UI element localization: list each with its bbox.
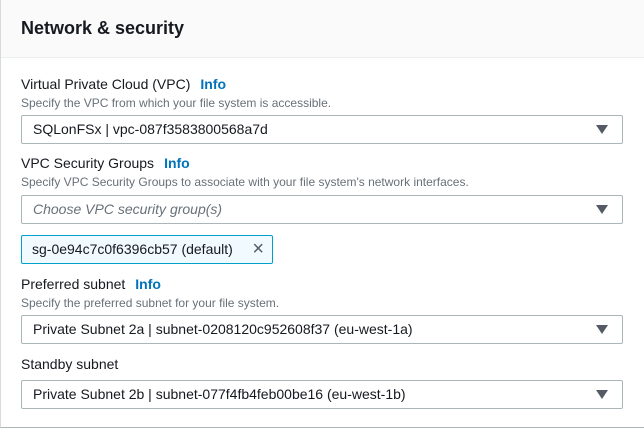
vpc-info-link[interactable]: Info	[200, 76, 226, 92]
vpc-field-header: Virtual Private Cloud (VPC) Info Specify …	[21, 76, 623, 110]
sg-multiselect[interactable]: Choose VPC security group(s)	[21, 195, 623, 224]
sg-token-label: sg-0e94c7c0f6396cb57 (default)	[32, 241, 233, 257]
sg-token: sg-0e94c7c0f6396cb57 (default) ×	[21, 235, 273, 264]
caret-down-icon	[596, 205, 608, 214]
sg-description: Specify VPC Security Groups to associate…	[21, 175, 469, 189]
vpc-select[interactable]: SQLonFSx | vpc-087f3583800568a7d	[21, 115, 623, 144]
panel-header: Network & security	[1, 0, 644, 58]
caret-down-icon	[596, 125, 608, 134]
preferred-subnet-select[interactable]: Private Subnet 2a | subnet-0208120c95260…	[21, 315, 623, 344]
standby-subnet-header: Standby subnet	[21, 356, 623, 374]
sg-placeholder: Choose VPC security group(s)	[33, 201, 223, 217]
preferred-subnet-header: Preferred subnet Info Specify the preferr…	[21, 276, 623, 310]
sg-label: VPC Security Groups	[21, 155, 155, 171]
preferred-subnet-label: Preferred subnet	[21, 276, 126, 292]
sg-info-link[interactable]: Info	[164, 155, 190, 171]
preferred-subnet-info-link[interactable]: Info	[135, 276, 161, 292]
preferred-subnet-description: Specify the preferred subnet for your fi…	[21, 296, 280, 310]
vpc-description: Specify the VPC from which your file sys…	[21, 96, 332, 110]
vpc-value: SQLonFSx | vpc-087f3583800568a7d	[33, 121, 268, 137]
caret-down-icon	[596, 390, 608, 399]
standby-subnet-label: Standby subnet	[21, 356, 119, 372]
caret-down-icon	[596, 325, 608, 334]
section-title: Network & security	[21, 18, 185, 38]
vpc-label: Virtual Private Cloud (VPC)	[21, 76, 191, 92]
sg-field-header: VPC Security Groups Info Specify VPC Secu…	[21, 155, 623, 189]
preferred-subnet-value: Private Subnet 2a | subnet-0208120c95260…	[33, 321, 413, 337]
standby-subnet-value: Private Subnet 2b | subnet-077f4fb4feb00…	[33, 386, 406, 402]
close-icon[interactable]: ×	[252, 238, 264, 261]
standby-subnet-select[interactable]: Private Subnet 2b | subnet-077f4fb4feb00…	[21, 380, 623, 409]
